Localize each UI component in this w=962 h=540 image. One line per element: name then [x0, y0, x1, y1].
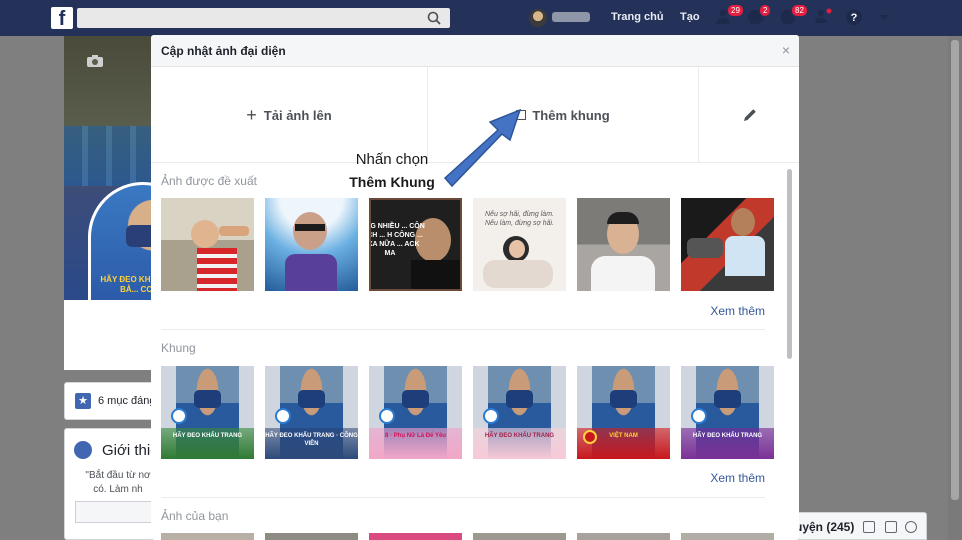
suggested-photo-6[interactable]: [681, 198, 774, 291]
your-photo-4[interactable]: [473, 533, 566, 540]
friend-requests-button[interactable]: 29: [715, 4, 744, 28]
see-more-suggested-link[interactable]: Xem thêm: [710, 304, 765, 318]
frames-label: Khung: [161, 341, 196, 355]
messages-badge: 2: [759, 4, 772, 17]
dialog-title: Cập nhật ảnh đại diện: [161, 44, 286, 58]
your-photo-3[interactable]: [369, 533, 462, 540]
caret-down-icon: [879, 15, 889, 20]
profile-info-panel: [64, 300, 154, 370]
messages-button[interactable]: 2: [747, 4, 772, 28]
your-photo-5[interactable]: [577, 533, 670, 540]
frame-option-2[interactable]: HÃY ĐEO KHẨU TRANG · CÔNG VIÊN: [265, 366, 358, 459]
page-scrollbar-thumb[interactable]: [951, 40, 959, 500]
annotation-line-1: Nhấn chọn: [355, 151, 429, 168]
chat-label: uyện (245): [795, 520, 855, 534]
suggested-photo-5[interactable]: [577, 198, 670, 291]
frame-option-3[interactable]: 8 · Phụ Nữ Là Để Yêu: [369, 366, 462, 459]
your-photo-2[interactable]: [265, 533, 358, 540]
tutorial-arrow: [443, 108, 522, 188]
suggested-photo-4[interactable]: Nếu sợ hãi, đừng làm. Nếu làm, đừng sợ h…: [473, 198, 566, 291]
camera-icon[interactable]: [86, 54, 104, 71]
intro-text: "Bắt đầu từ nơ có. Làm nh: [75, 469, 161, 497]
suggested-photo-1[interactable]: [161, 198, 254, 291]
plus-icon: +: [246, 105, 257, 125]
annotation-line-2: Thêm Khung: [349, 174, 435, 190]
featured-count-text: 6 mục đáng: [98, 395, 156, 407]
add-frame-label: Thêm khung: [532, 107, 610, 123]
intro-text-line-1: "Bắt đầu từ nơ: [85, 470, 151, 481]
upload-photo-label: Tải ảnh lên: [263, 107, 332, 123]
settings-icon[interactable]: [905, 521, 917, 533]
dialog-header: Cập nhật ảnh đại diện ×: [151, 35, 799, 67]
frame-3-caption: 8 · Phụ Nữ Là Để Yêu: [385, 433, 446, 439]
frame-2-caption: HÃY ĐEO KHẨU TRANG · CÔNG VIÊN: [265, 433, 358, 447]
tutorial-annotation: Nhấn chọn Thêm Khung: [336, 150, 448, 192]
your-photo-1[interactable]: [161, 533, 254, 540]
frame-4-caption: HÃY ĐEO KHẨU TRANG: [484, 433, 555, 439]
frame-option-6[interactable]: HÃY ĐEO KHẨU TRANG: [681, 366, 774, 459]
create-link[interactable]: Tạo: [680, 11, 700, 23]
friend-requests-badge: 29: [727, 4, 744, 17]
frame-option-4[interactable]: HÃY ĐEO KHẨU TRANG: [473, 366, 566, 459]
globe-icon: [74, 441, 92, 459]
people-icon: [815, 8, 832, 23]
girl-quote-text: Nếu sợ hãi, đừng làm. Nếu làm, đừng sợ h…: [485, 211, 554, 227]
chat-sidebar-bar[interactable]: uyện (245): [780, 512, 927, 540]
your-photos-label: Ảnh của bạn: [161, 509, 229, 523]
frame-option-5[interactable]: VIỆT NAM: [577, 366, 670, 459]
search-icon[interactable]: [422, 9, 446, 27]
facebook-logo[interactable]: f: [51, 7, 73, 30]
friends-list-button[interactable]: [814, 8, 836, 28]
dialog-scrollbar-thumb[interactable]: [787, 169, 792, 359]
compose-icon[interactable]: [863, 521, 875, 533]
frame-option-1[interactable]: HÃY ĐEO KHẨU TRANG: [161, 366, 254, 459]
notifications-badge: 82: [791, 4, 808, 17]
question-icon: ?: [846, 9, 862, 25]
intro-bio-input[interactable]: [75, 501, 155, 523]
top-navigation-bar: f Trang chủ Tạo 29 2 82 ?: [0, 0, 962, 36]
svg-text:?: ?: [851, 12, 858, 24]
home-link[interactable]: Trang chủ: [611, 11, 664, 23]
close-button[interactable]: ×: [782, 43, 790, 57]
pencil-icon: [743, 108, 756, 121]
section-divider: [161, 329, 765, 330]
upload-photo-button[interactable]: + Tải ảnh lên: [151, 67, 427, 163]
username-blurred[interactable]: [552, 12, 590, 22]
jack-ma-quote-text: CẢNG NHIỀU ... CÔN CÁCH ... H CÔNG ... G…: [370, 223, 425, 257]
your-photo-6[interactable]: [681, 533, 774, 540]
frame-1-caption: HÃY ĐEO KHẨU TRANG: [172, 433, 243, 439]
section-divider: [161, 497, 765, 498]
intro-card: Giới thiệ "Bắt đầu từ nơ có. Làm nh: [64, 428, 159, 540]
notifications-button[interactable]: 82: [779, 4, 808, 28]
star-icon: ★: [75, 393, 91, 409]
see-more-frames-link[interactable]: Xem thêm: [710, 471, 765, 485]
frame-6-caption: HÃY ĐEO KHẨU TRANG: [692, 433, 763, 439]
featured-card[interactable]: ★ 6 mục đáng: [64, 382, 156, 420]
edit-thumbnail-button[interactable]: [699, 67, 799, 163]
suggested-photos-label: Ảnh được đề xuất: [161, 174, 257, 188]
account-menu-button[interactable]: [877, 8, 899, 28]
suggested-photo-2[interactable]: [265, 198, 358, 291]
search-input[interactable]: [77, 8, 450, 28]
help-button[interactable]: ?: [845, 8, 867, 28]
suggested-photo-3[interactable]: CẢNG NHIỀU ... CÔN CÁCH ... H CÔNG ... G…: [369, 198, 462, 291]
intro-text-line-2: có. Làm nh: [93, 484, 143, 495]
group-icon[interactable]: [885, 521, 897, 533]
user-avatar[interactable]: [529, 9, 547, 27]
frame-5-caption: VIỆT NAM: [609, 433, 638, 439]
